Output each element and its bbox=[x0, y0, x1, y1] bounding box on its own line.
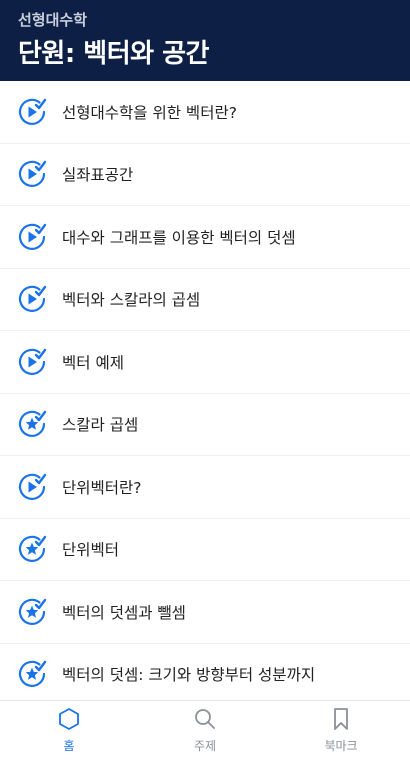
page-title: 단원: 벡터와 공간 bbox=[18, 39, 209, 69]
video-complete-icon bbox=[17, 472, 47, 502]
search-icon bbox=[195, 709, 215, 729]
lesson-item[interactable]: 벡터 예제 bbox=[0, 331, 410, 394]
video-complete-icon bbox=[17, 159, 47, 189]
lesson-item[interactable]: 벡터의 덧셈: 크기와 방향부터 성분까지 bbox=[0, 644, 410, 706]
lesson-item[interactable]: 벡터와 스칼라의 곱셈 bbox=[0, 269, 410, 331]
app-header: 선형대수학 단원: 벡터와 공간 bbox=[0, 0, 410, 81]
video-complete-icon bbox=[17, 222, 47, 252]
lesson-title: 벡터 예제 bbox=[62, 353, 124, 372]
tab-home[interactable]: 홈 bbox=[1, 701, 137, 766]
exercise-complete-icon bbox=[17, 409, 47, 439]
lesson-title: 벡터의 덧셈: 크기와 방향부터 성분까지 bbox=[62, 666, 316, 685]
lesson-title: 단위벡터란? bbox=[62, 478, 142, 497]
home-hexagon-icon bbox=[59, 708, 79, 730]
exercise-complete-icon bbox=[17, 659, 47, 689]
video-complete-icon bbox=[17, 97, 47, 127]
bookmark-icon bbox=[334, 708, 348, 730]
video-complete-icon bbox=[17, 284, 47, 314]
lesson-item[interactable]: 스칼라 곱셈 bbox=[0, 394, 410, 456]
lesson-item[interactable]: 단위벡터란? bbox=[0, 456, 410, 519]
tab-topics[interactable]: 주제 bbox=[137, 701, 273, 766]
tab-label-bookmarks: 북마크 bbox=[324, 739, 358, 753]
lesson-list: 선형대수학을 위한 벡터란? 실좌표공간대수와 그래프를 이용한 벡터의 덧셈벡터… bbox=[0, 81, 410, 706]
lesson-title: 선형대수학을 위한 벡터란? bbox=[62, 103, 237, 122]
tab-label-topics: 주제 bbox=[193, 739, 217, 753]
tab-label-home: 홈 bbox=[63, 739, 75, 753]
exercise-complete-icon bbox=[17, 597, 47, 627]
subject-title: 선형대수학 bbox=[18, 11, 88, 29]
lesson-title: 스칼라 곱셈 bbox=[62, 416, 139, 435]
lesson-title: 벡터와 스칼라의 곱셈 bbox=[62, 291, 201, 310]
lesson-item[interactable]: 선형대수학을 위한 벡터란? bbox=[0, 81, 410, 144]
lesson-item[interactable]: 대수와 그래프를 이용한 벡터의 덧셈 bbox=[0, 206, 410, 269]
bottom-tab-bar: 홈 주제 북마크 bbox=[0, 700, 410, 766]
lesson-title: 벡터의 덧셈과 뺄셈 bbox=[62, 603, 186, 622]
lesson-item[interactable]: 벡터의 덧셈과 뺄셈 bbox=[0, 581, 410, 644]
exercise-complete-icon bbox=[17, 534, 47, 564]
lesson-title: 단위벡터 bbox=[62, 541, 120, 560]
lesson-item[interactable]: 실좌표공간 bbox=[0, 144, 410, 206]
lesson-title: 실좌표공간 bbox=[62, 166, 134, 185]
lesson-item[interactable]: 단위벡터 bbox=[0, 519, 410, 581]
video-complete-icon bbox=[17, 347, 47, 377]
tab-bookmarks[interactable]: 북마크 bbox=[273, 701, 409, 766]
lesson-title: 대수와 그래프를 이용한 벡터의 덧셈 bbox=[62, 228, 296, 247]
